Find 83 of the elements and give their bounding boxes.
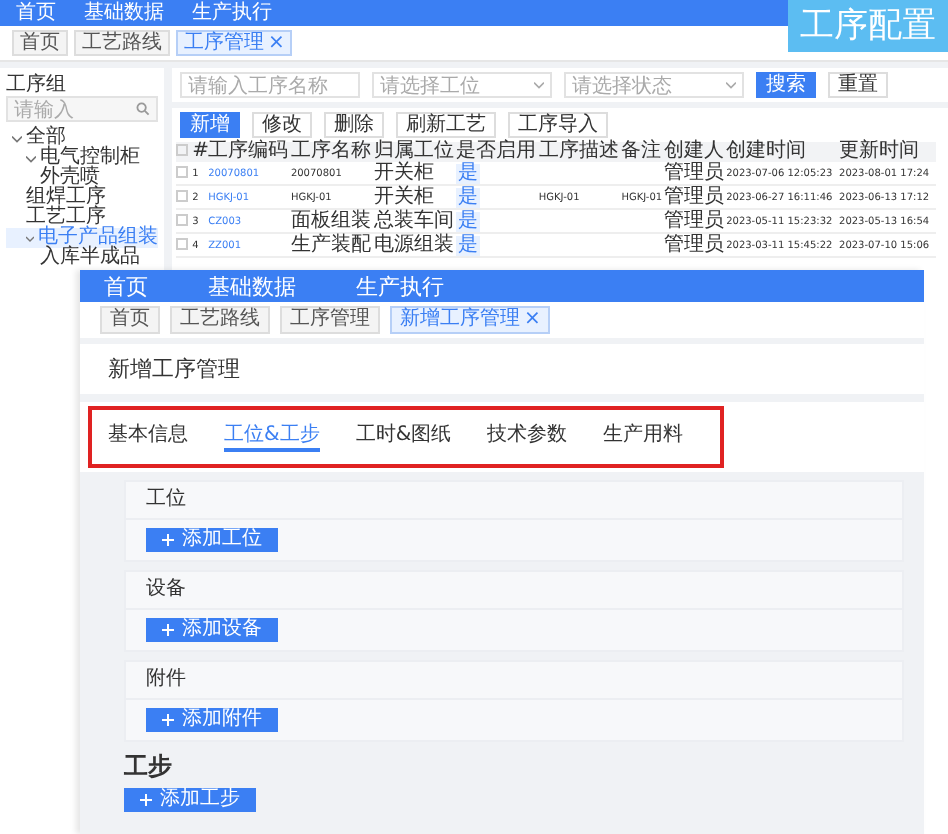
column-header: 是否启用 bbox=[456, 142, 539, 162]
status-tag: 是 bbox=[456, 163, 481, 183]
checkbox[interactable] bbox=[176, 165, 188, 178]
toolbar-button[interactable]: 修改 bbox=[252, 112, 312, 138]
table-cell: 管理员 bbox=[663, 161, 724, 183]
table-cell: 生产装配 bbox=[290, 233, 371, 255]
checkbox[interactable] bbox=[176, 237, 188, 250]
filter-button[interactable]: 重置 bbox=[828, 72, 888, 98]
section-title: 附件 bbox=[146, 668, 186, 690]
status-tag: 是 bbox=[456, 211, 481, 231]
page-tab[interactable]: 首页 bbox=[12, 30, 68, 56]
toolbar-button[interactable]: 新增 bbox=[180, 112, 240, 138]
page-tab[interactable]: 工序管理 bbox=[280, 306, 380, 334]
nav-item[interactable]: 生产执行 bbox=[192, 1, 272, 25]
form-tab[interactable]: 技术参数 bbox=[487, 422, 568, 452]
tree-item[interactable]: 组焊工序 bbox=[6, 188, 158, 208]
add-button[interactable]: 添加工位 bbox=[146, 528, 278, 552]
table-cell: 管理员 bbox=[663, 185, 724, 207]
checkbox[interactable] bbox=[176, 144, 188, 157]
column-header: 归属工位 bbox=[373, 142, 457, 162]
search-icon bbox=[136, 102, 150, 116]
column-header: 工序编码 bbox=[208, 142, 291, 162]
table-cell: 面板组装 bbox=[290, 209, 371, 231]
form-tab[interactable]: 基本信息 bbox=[108, 422, 188, 452]
column-header: 创建人 bbox=[663, 142, 727, 162]
tree-item[interactable]: 外壳喷 bbox=[6, 168, 158, 188]
form-tab[interactable]: 工时&图纸 bbox=[355, 422, 452, 452]
page-tab[interactable]: 首页 bbox=[100, 306, 160, 334]
tree-item[interactable]: 全部 bbox=[6, 128, 158, 148]
search-field[interactable]: 请输入 bbox=[6, 96, 158, 122]
chevron-icon bbox=[726, 81, 736, 89]
column-header: 工序描述 bbox=[538, 142, 622, 162]
form-tab[interactable]: 生产用料 bbox=[603, 422, 684, 452]
page-tab[interactable]: 工艺路线 bbox=[170, 306, 270, 334]
toolbar-button[interactable]: 刷新工艺 bbox=[396, 112, 496, 138]
page-tab[interactable]: 工序管理 × bbox=[176, 30, 293, 56]
select-field[interactable]: 请选择状态 bbox=[564, 72, 744, 98]
form-tab[interactable]: 工位&工步 bbox=[224, 422, 320, 452]
section-title: 设备 bbox=[146, 578, 186, 600]
table-cell: 电源组装 bbox=[373, 233, 454, 255]
column-header: # bbox=[192, 142, 209, 162]
input-field[interactable]: 请输入工序名称 bbox=[180, 72, 360, 98]
table-cell: 开关柜 bbox=[373, 161, 434, 183]
tree-item[interactable]: 电子产品组装 bbox=[6, 228, 158, 248]
nav-item[interactable]: 生产执行 bbox=[356, 271, 444, 301]
table-cell: 开关柜 bbox=[373, 185, 434, 207]
status-tag: 是 bbox=[456, 187, 481, 207]
column-header: 更新时间 bbox=[839, 142, 936, 162]
checkbox[interactable] bbox=[176, 189, 188, 202]
toolbar-button[interactable]: 删除 bbox=[324, 112, 384, 138]
column-header: 工序名称 bbox=[290, 142, 374, 162]
checkbox[interactable] bbox=[176, 213, 188, 226]
table-cell: 总装车间 bbox=[373, 209, 454, 231]
page-title: 新增工序管理 bbox=[108, 356, 240, 382]
select-field[interactable]: 请选择工位 bbox=[372, 72, 552, 98]
section-title: 工位 bbox=[146, 488, 186, 510]
nav-item[interactable]: 首页 bbox=[104, 271, 148, 301]
nav-item[interactable]: 首页 bbox=[16, 1, 56, 25]
plus-icon bbox=[140, 794, 152, 806]
filter-button[interactable]: 搜索 bbox=[756, 72, 816, 98]
status-tag: 是 bbox=[456, 235, 481, 255]
add-button[interactable]: 添加设备 bbox=[146, 618, 278, 642]
column-header: 创建时间 bbox=[726, 142, 840, 162]
page-tab[interactable]: 新增工序管理 × bbox=[390, 306, 551, 334]
plus-icon bbox=[162, 714, 174, 726]
page-tab[interactable]: 工艺路线 bbox=[74, 30, 170, 56]
tree-item[interactable]: 工艺工序 bbox=[6, 208, 158, 228]
plus-icon bbox=[162, 534, 174, 546]
add-button[interactable]: 添加工步 bbox=[124, 788, 256, 812]
tree-item[interactable]: 电气控制柜 bbox=[6, 148, 158, 168]
nav-item[interactable]: 基础数据 bbox=[208, 271, 296, 301]
column-header: 备注 bbox=[621, 142, 664, 162]
nav-item[interactable]: 基础数据 bbox=[84, 1, 164, 25]
toolbar-button[interactable]: 工序导入 bbox=[508, 112, 608, 138]
sidebar-title: 工序组 bbox=[6, 74, 68, 96]
tree-item[interactable]: 入库半成品 bbox=[6, 248, 158, 268]
section-heading: 工步 bbox=[124, 750, 174, 784]
table-cell: 管理员 bbox=[663, 209, 724, 231]
plus-icon bbox=[162, 624, 174, 636]
table-cell: 管理员 bbox=[663, 233, 724, 255]
add-button[interactable]: 添加附件 bbox=[146, 708, 278, 732]
caption-badge: 工序配置 bbox=[788, 0, 948, 52]
chevron-icon bbox=[534, 81, 544, 89]
